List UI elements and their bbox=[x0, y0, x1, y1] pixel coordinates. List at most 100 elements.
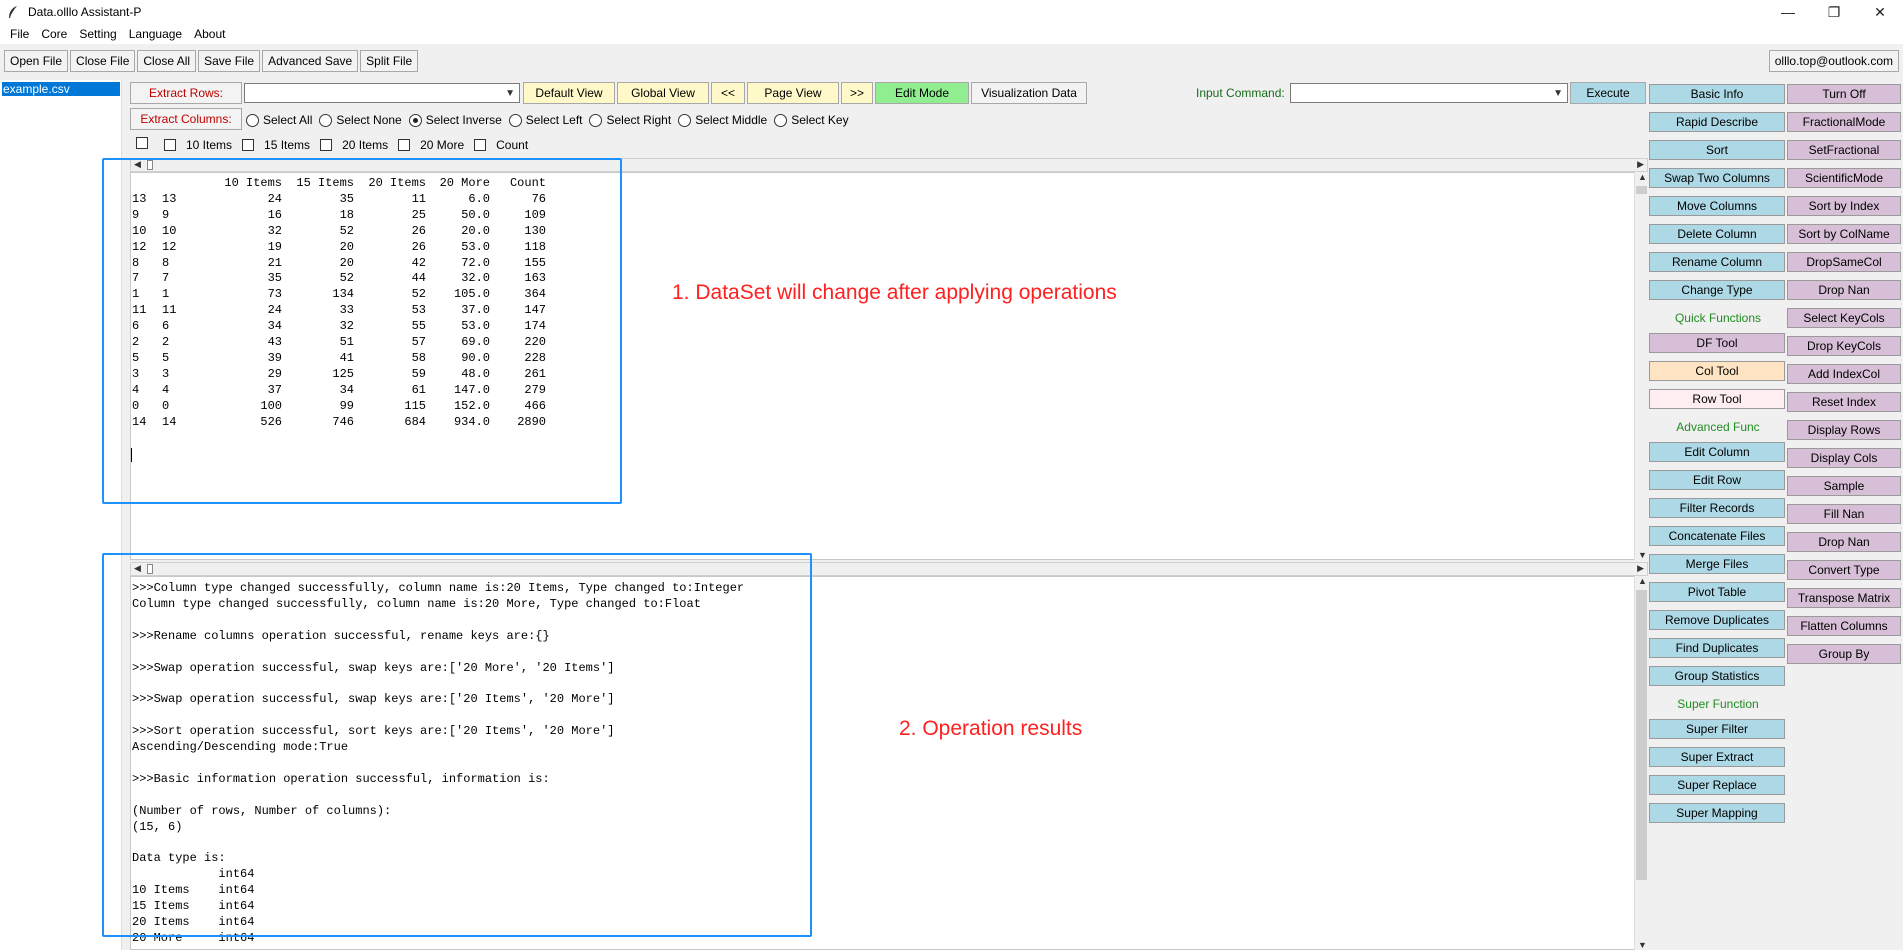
drop-nan-button[interactable]: Drop Nan bbox=[1787, 280, 1901, 300]
scroll-right-icon[interactable]: ▶ bbox=[1637, 563, 1644, 574]
change-type-button[interactable]: Change Type bbox=[1649, 280, 1785, 300]
default-view-button[interactable]: Default View bbox=[523, 82, 615, 104]
dropsamecol-button[interactable]: DropSameCol bbox=[1787, 252, 1901, 272]
extract-rows-combo[interactable]: ▼ bbox=[244, 83, 520, 103]
extract-rows-button[interactable]: Extract Rows: bbox=[130, 82, 242, 104]
close-file-button[interactable]: Close File bbox=[70, 50, 136, 72]
scroll-right-icon[interactable]: ▶ bbox=[1637, 159, 1644, 170]
close-icon[interactable]: ✕ bbox=[1857, 0, 1903, 24]
extract-columns-button[interactable]: Extract Columns: bbox=[130, 108, 242, 130]
radio-select-middle[interactable]: Select Middle bbox=[678, 113, 767, 127]
scientificmode-button[interactable]: ScientificMode bbox=[1787, 168, 1901, 188]
display-rows-button[interactable]: Display Rows bbox=[1787, 420, 1901, 440]
edit-mode-button[interactable]: Edit Mode bbox=[875, 82, 969, 104]
radio-select-key[interactable]: Select Key bbox=[774, 113, 849, 127]
radio-select-all[interactable]: Select All bbox=[246, 113, 312, 127]
radio-select-none[interactable]: Select None bbox=[319, 113, 402, 127]
group-statistics-button[interactable]: Group Statistics bbox=[1649, 666, 1785, 686]
minimize-icon[interactable]: — bbox=[1765, 0, 1811, 24]
account-button[interactable]: olllo.top@outlook.com bbox=[1768, 50, 1899, 72]
setfractional-button[interactable]: SetFractional bbox=[1787, 140, 1901, 160]
menu-language[interactable]: Language bbox=[123, 27, 188, 41]
remove-duplicates-button[interactable]: Remove Duplicates bbox=[1649, 610, 1785, 630]
menu-core[interactable]: Core bbox=[35, 27, 73, 41]
scroll-down-icon[interactable]: ▼ bbox=[1638, 550, 1647, 560]
super-replace-button[interactable]: Super Replace bbox=[1649, 775, 1785, 795]
input-command-combo[interactable]: ▼ bbox=[1290, 83, 1568, 103]
checkbox-count[interactable]: Count bbox=[474, 138, 528, 152]
scroll-down-icon[interactable]: ▼ bbox=[1638, 940, 1647, 950]
log-vscrollbar[interactable]: ▲ ▼ bbox=[1634, 576, 1648, 950]
menu-setting[interactable]: Setting bbox=[73, 27, 122, 41]
super-mapping-button[interactable]: Super Mapping bbox=[1649, 803, 1785, 823]
checkbox-20-items[interactable]: 20 Items bbox=[320, 138, 388, 152]
delete-column-button[interactable]: Delete Column bbox=[1649, 224, 1785, 244]
save-file-button[interactable]: Save File bbox=[198, 50, 261, 72]
checkbox-20-more[interactable]: 20 More bbox=[398, 138, 464, 152]
row-tool-button[interactable]: Row Tool bbox=[1649, 389, 1785, 409]
menu-about[interactable]: About bbox=[188, 27, 231, 41]
scroll-up-icon[interactable]: ▲ bbox=[1638, 576, 1647, 586]
checkbox-index[interactable] bbox=[136, 137, 158, 149]
checkbox-10-items[interactable]: 10 Items bbox=[164, 138, 232, 152]
maximize-icon[interactable]: ❐ bbox=[1811, 0, 1857, 24]
find-duplicates-button[interactable]: Find Duplicates bbox=[1649, 638, 1785, 658]
rapid-describe-button[interactable]: Rapid Describe bbox=[1649, 112, 1785, 132]
pivot-table-button[interactable]: Pivot Table bbox=[1649, 582, 1785, 602]
radio-dot bbox=[678, 113, 692, 127]
sample-button[interactable]: Sample bbox=[1787, 476, 1901, 496]
close-all-button[interactable]: Close All bbox=[137, 50, 197, 72]
radio-select-right[interactable]: Select Right bbox=[589, 113, 671, 127]
sort-button[interactable]: Sort bbox=[1649, 140, 1785, 160]
radio-select-inverse[interactable]: Select Inverse bbox=[408, 113, 502, 127]
rename-column-button[interactable]: Rename Column bbox=[1649, 252, 1785, 272]
radio-dot bbox=[508, 113, 522, 127]
visualization-data-button[interactable]: Visualization Data bbox=[971, 82, 1087, 104]
add-indexcol-button[interactable]: Add IndexCol bbox=[1787, 364, 1901, 384]
open-file-button[interactable]: Open File bbox=[4, 50, 69, 72]
move-columns-button[interactable]: Move Columns bbox=[1649, 196, 1785, 216]
split-file-button[interactable]: Split File bbox=[360, 50, 419, 72]
page-view-button[interactable]: Page View bbox=[747, 82, 839, 104]
reset-index-button[interactable]: Reset Index bbox=[1787, 392, 1901, 412]
advanced-save-button[interactable]: Advanced Save bbox=[262, 50, 359, 72]
fill-nan-button[interactable]: Fill Nan bbox=[1787, 504, 1901, 524]
swap-two-columns-button[interactable]: Swap Two Columns bbox=[1649, 168, 1785, 188]
dataset-vscrollbar[interactable]: ▲ ▼ bbox=[1634, 172, 1648, 560]
scroll-up-icon[interactable]: ▲ bbox=[1638, 172, 1647, 182]
transpose-matrix-button[interactable]: Transpose Matrix bbox=[1787, 588, 1901, 608]
group-by-button[interactable]: Group By bbox=[1787, 644, 1901, 664]
global-view-button[interactable]: Global View bbox=[617, 82, 709, 104]
super-extract-button[interactable]: Super Extract bbox=[1649, 747, 1785, 767]
drop-keycols-button[interactable]: Drop KeyCols bbox=[1787, 336, 1901, 356]
execute-button[interactable]: Execute bbox=[1570, 82, 1646, 104]
radio-select-left[interactable]: Select Left bbox=[508, 113, 582, 127]
basic-info-button[interactable]: Basic Info bbox=[1649, 84, 1785, 104]
sort-by-colname-button[interactable]: Sort by ColName bbox=[1787, 224, 1901, 244]
fractionalmode-button[interactable]: FractionalMode bbox=[1787, 112, 1901, 132]
edit-row-button[interactable]: Edit Row bbox=[1649, 470, 1785, 490]
scroll-thumb[interactable] bbox=[1636, 590, 1647, 880]
checkbox-box bbox=[320, 139, 333, 151]
super-filter-button[interactable]: Super Filter bbox=[1649, 719, 1785, 739]
filter-records-button[interactable]: Filter Records bbox=[1649, 498, 1785, 518]
flatten-columns-button[interactable]: Flatten Columns bbox=[1787, 616, 1901, 636]
feather-icon bbox=[6, 5, 20, 19]
concatenate-files-button[interactable]: Concatenate Files bbox=[1649, 526, 1785, 546]
df-tool-button[interactable]: DF Tool bbox=[1649, 333, 1785, 353]
col-tool-button[interactable]: Col Tool bbox=[1649, 361, 1785, 381]
menu-file[interactable]: File bbox=[4, 27, 35, 41]
drop-nan-button[interactable]: Drop Nan bbox=[1787, 532, 1901, 552]
display-cols-button[interactable]: Display Cols bbox=[1787, 448, 1901, 468]
prev-page-button[interactable]: << bbox=[711, 82, 745, 104]
turn-off-button[interactable]: Turn Off bbox=[1787, 84, 1901, 104]
edit-column-button[interactable]: Edit Column bbox=[1649, 442, 1785, 462]
scroll-thumb[interactable] bbox=[1636, 186, 1647, 194]
file-item[interactable]: example.csv bbox=[2, 82, 120, 96]
sort-by-index-button[interactable]: Sort by Index bbox=[1787, 196, 1901, 216]
convert-type-button[interactable]: Convert Type bbox=[1787, 560, 1901, 580]
select-keycols-button[interactable]: Select KeyCols bbox=[1787, 308, 1901, 328]
next-page-button[interactable]: >> bbox=[841, 82, 873, 104]
merge-files-button[interactable]: Merge Files bbox=[1649, 554, 1785, 574]
checkbox-15-items[interactable]: 15 Items bbox=[242, 138, 310, 152]
